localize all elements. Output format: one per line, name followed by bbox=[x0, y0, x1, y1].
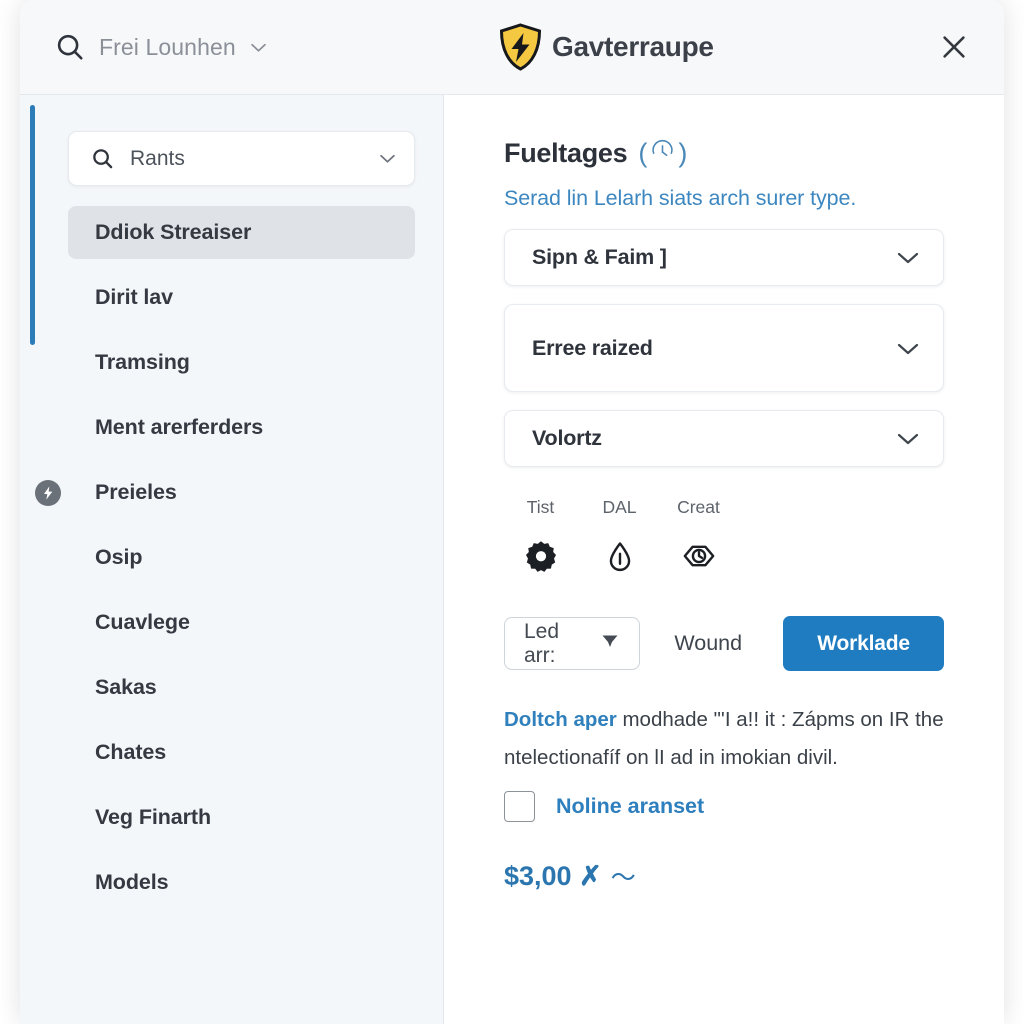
checkbox-input[interactable] bbox=[504, 791, 535, 822]
header-title-group: Gavterraupe bbox=[498, 23, 714, 71]
window-header: Frei Lounhen Gavterraupe bbox=[20, 0, 1004, 95]
chevron-down-icon[interactable] bbox=[379, 153, 396, 164]
icon-option-label: Tist bbox=[526, 497, 555, 517]
close-icon[interactable] bbox=[936, 29, 972, 65]
price-row: $3,00 ✗ ～ bbox=[504, 858, 944, 894]
search-icon bbox=[91, 147, 114, 170]
select-field-3[interactable]: Volortz bbox=[504, 410, 944, 467]
chevron-down-icon[interactable] bbox=[896, 431, 920, 446]
gear-icon bbox=[524, 539, 558, 573]
icon-option-label: Creat bbox=[677, 497, 720, 517]
hexagon-clock-icon bbox=[682, 539, 716, 573]
sidebar-item-label: Dirit lav bbox=[95, 285, 173, 309]
icon-option-row: Tist DAL Creat bbox=[504, 497, 944, 573]
action-row: Led arr: Wound Worklade bbox=[504, 616, 944, 671]
note-text: Doltch aper modhade "'I a!! it : Zápms o… bbox=[504, 701, 944, 777]
sidebar-item-label: Models bbox=[95, 870, 169, 894]
chevron-down-icon[interactable] bbox=[896, 250, 920, 265]
icon-option-dal[interactable]: DAL bbox=[583, 497, 656, 573]
sidebar-item-tramsing[interactable]: Tramsing bbox=[68, 336, 415, 389]
sidebar-item-preieles[interactable]: Preieles bbox=[35, 466, 415, 519]
sidebar-item-label: Chates bbox=[95, 740, 167, 764]
main-heading: Fueltages bbox=[504, 137, 628, 168]
gauge-circle-icon bbox=[650, 137, 675, 169]
sidebar-item-label: Veg Finarth bbox=[95, 805, 211, 829]
main-subtitle: Serad lin Lelarh siats arch surer type. bbox=[504, 186, 857, 210]
sidebar-item-label: Cuavlege bbox=[95, 610, 190, 634]
paren-close: ) bbox=[678, 137, 688, 168]
sidebar-item-label: Ment arerferders bbox=[95, 415, 264, 439]
sidebar-item-veg-finarth[interactable]: Veg Finarth bbox=[68, 791, 415, 844]
sidebar-search-value: Rants bbox=[130, 146, 185, 170]
page-title: Gavterraupe bbox=[552, 31, 714, 62]
header-search-label: Frei Lounhen bbox=[99, 33, 236, 60]
main-heading-badge: ( ) bbox=[638, 137, 687, 169]
window-body: Rants Ddiok Streaiser Dirit lav Tramsing bbox=[20, 95, 1004, 1024]
sidebar-item-sakas[interactable]: Sakas bbox=[68, 661, 415, 714]
checkbox-label[interactable]: Noline aranset bbox=[556, 794, 704, 819]
sidebar-item-label: Preieles bbox=[95, 480, 177, 504]
sidebar-nav-list: Ddiok Streaiser Dirit lav Tramsing Ment … bbox=[20, 206, 443, 909]
droplet-icon bbox=[603, 539, 637, 573]
note-lead[interactable]: Doltch aper bbox=[504, 708, 617, 731]
price-suffix: ～ bbox=[610, 864, 636, 892]
sidebar-item-osip[interactable]: Osip bbox=[68, 531, 415, 584]
paren-open: ( bbox=[638, 137, 648, 168]
select-value: Sipn & Faim ] bbox=[532, 245, 667, 269]
sidebar-item-models[interactable]: Models bbox=[68, 856, 415, 909]
sidebar-item-label: Ddiok Streaiser bbox=[95, 220, 252, 244]
select-value: Erree raized bbox=[532, 335, 653, 360]
header-search-dropdown[interactable]: Frei Lounhen bbox=[55, 32, 267, 62]
icon-option-tist[interactable]: Tist bbox=[504, 497, 577, 573]
sidebar-item-dirit-lav[interactable]: Dirit lav bbox=[68, 271, 415, 324]
dropdown-button-label: Led arr: bbox=[524, 619, 560, 667]
sidebar: Rants Ddiok Streaiser Dirit lav Tramsing bbox=[20, 95, 444, 1024]
sidebar-item-label: Osip bbox=[95, 545, 143, 569]
lightning-badge-icon bbox=[35, 479, 61, 506]
icon-option-creat[interactable]: Creat bbox=[662, 497, 735, 573]
caret-down-icon bbox=[600, 632, 620, 655]
sidebar-item-label: Sakas bbox=[95, 675, 157, 699]
search-icon bbox=[55, 32, 85, 62]
chevron-down-icon[interactable] bbox=[896, 341, 920, 356]
sidebar-item-ddiok-streaiser[interactable]: Ddiok Streaiser bbox=[68, 206, 415, 259]
wound-link[interactable]: Wound bbox=[674, 631, 742, 656]
sidebar-accent-bar bbox=[30, 105, 35, 345]
sidebar-item-chates[interactable]: Chates bbox=[68, 726, 415, 779]
select-field-1[interactable]: Sipn & Faim ] bbox=[504, 229, 944, 286]
app-window: Frei Lounhen Gavterraupe Rants Ddiok Str… bbox=[20, 0, 1004, 1024]
noline-aranset-checkbox-row[interactable]: Noline aranset bbox=[504, 791, 944, 822]
select-value: Volortz bbox=[532, 426, 602, 450]
shield-lightning-logo-icon bbox=[498, 23, 543, 71]
main-panel: Fueltages ( ) Serad lin Lelarh siats arc… bbox=[444, 95, 1004, 1024]
icon-option-label: DAL bbox=[602, 497, 637, 517]
led-arr-dropdown-button[interactable]: Led arr: bbox=[504, 617, 641, 670]
select-field-2[interactable]: Erree raized bbox=[504, 304, 944, 392]
sidebar-item-label: Tramsing bbox=[95, 350, 190, 374]
worklade-button[interactable]: Worklade bbox=[783, 616, 944, 671]
sidebar-item-cuavlege[interactable]: Cuavlege bbox=[68, 596, 415, 649]
sidebar-item-ment-arerferders[interactable]: Ment arerferders bbox=[68, 401, 415, 454]
sidebar-search-input[interactable]: Rants bbox=[68, 131, 415, 186]
main-heading-row: Fueltages ( ) bbox=[504, 137, 944, 169]
chevron-down-icon[interactable] bbox=[250, 42, 267, 53]
price-value: $3,00 ✗ bbox=[504, 860, 602, 891]
